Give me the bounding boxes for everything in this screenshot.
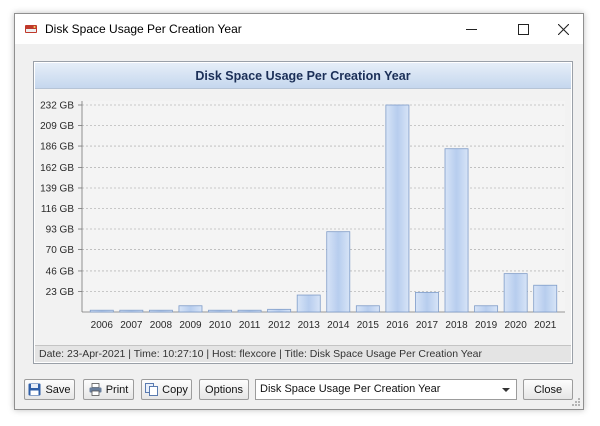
close-label: Close xyxy=(533,383,563,396)
x-tick-label: 2009 xyxy=(179,320,202,331)
x-tick-label: 2019 xyxy=(475,320,498,331)
chart-area: 23 GB 46 GB 70 GB 93 GB 116 GB 139 GB 162 GB 18… xyxy=(35,89,571,345)
y-tick-label: 139 GB xyxy=(40,183,74,194)
y-tick-label: 46 GB xyxy=(46,266,75,277)
copy-label: Copy xyxy=(162,383,188,396)
title-bar[interactable]: Disk Space Usage Per Creation Year xyxy=(15,14,583,44)
bar-2013 xyxy=(296,294,321,313)
x-tick-label: 2007 xyxy=(120,320,143,331)
x-tick-label: 2020 xyxy=(505,320,528,331)
printer-icon xyxy=(89,383,102,396)
x-tick-label: 2017 xyxy=(416,320,439,331)
x-tick-label: 2010 xyxy=(209,320,232,331)
y-tick-label: 162 GB xyxy=(40,163,74,174)
x-tick-label: 2008 xyxy=(150,320,173,331)
x-tick-label: 2012 xyxy=(268,320,291,331)
bar-2015 xyxy=(355,305,380,313)
bar-2017 xyxy=(415,291,439,313)
bar-2006 xyxy=(89,309,114,313)
bar-2014 xyxy=(326,231,351,313)
x-tick-label: 2006 xyxy=(91,320,114,331)
close-icon xyxy=(557,23,569,35)
y-tick-label: 93 GB xyxy=(46,225,75,236)
y-tick-label: 232 GB xyxy=(40,101,74,112)
copy-icon xyxy=(145,383,159,396)
window-title: Disk Space Usage Per Creation Year xyxy=(45,22,242,36)
close-button[interactable]: Close xyxy=(523,379,573,400)
bar-2010 xyxy=(208,309,232,313)
bar-2019 xyxy=(474,305,499,313)
options-button[interactable]: Options xyxy=(199,379,249,400)
chart-panel: Disk Space Usage Per Creation Year 23 GB… xyxy=(33,61,573,364)
bar-2018 xyxy=(444,148,469,313)
maximize-button[interactable] xyxy=(501,14,545,44)
save-button[interactable]: Save xyxy=(24,379,75,400)
y-tick-label: 70 GB xyxy=(46,245,75,256)
print-button[interactable]: Print xyxy=(83,379,134,400)
bar-2016 xyxy=(385,104,410,313)
x-tick-label: 2014 xyxy=(327,320,350,331)
report-type-select[interactable]: Disk Space Usage Per Creation Year xyxy=(255,379,517,400)
bar-2021 xyxy=(533,284,558,313)
report-type-value: Disk Space Usage Per Creation Year xyxy=(260,383,441,395)
save-label: Save xyxy=(45,383,71,396)
report-window: Disk Space Usage Per Creation Year Disk … xyxy=(14,13,584,410)
bar-2008 xyxy=(148,309,173,313)
plot-background xyxy=(82,101,565,312)
x-tick-label: 2016 xyxy=(386,320,409,331)
options-label: Options xyxy=(205,383,243,396)
status-bar: Date: 23-Apr-2021 | Time: 10:27:10 | Hos… xyxy=(35,345,571,362)
disk-drive-icon xyxy=(25,25,37,33)
bar-chart: 23 GB 46 GB 70 GB 93 GB 116 GB 139 GB 162 GB 18… xyxy=(40,101,565,331)
x-tick-label: 2018 xyxy=(445,320,468,331)
y-tick-label: 23 GB xyxy=(46,287,75,298)
bar-2007 xyxy=(119,309,144,313)
chart-title: Disk Space Usage Per Creation Year xyxy=(35,63,571,89)
minimize-button[interactable] xyxy=(449,14,493,44)
chevron-down-icon[interactable] xyxy=(502,388,510,392)
bar-2012 xyxy=(267,308,292,313)
bar-2009 xyxy=(178,305,203,313)
y-tick-label: 186 GB xyxy=(40,142,74,153)
minimize-icon xyxy=(465,28,477,30)
print-label: Print xyxy=(105,383,129,396)
resize-grip-icon[interactable] xyxy=(571,397,581,407)
x-tick-label: 2015 xyxy=(357,320,380,331)
bar-2011 xyxy=(237,309,262,313)
y-tick-label: 209 GB xyxy=(40,121,74,132)
copy-button[interactable]: Copy xyxy=(141,379,192,400)
bar-2020 xyxy=(503,273,528,313)
close-window-button[interactable] xyxy=(541,14,585,44)
x-tick-label: 2013 xyxy=(298,320,321,331)
y-tick-label: 116 GB xyxy=(41,204,74,215)
floppy-disk-icon xyxy=(28,383,41,396)
x-tick-label: 2011 xyxy=(239,320,261,331)
x-tick-label: 2021 xyxy=(534,320,557,331)
maximize-icon xyxy=(517,23,529,35)
